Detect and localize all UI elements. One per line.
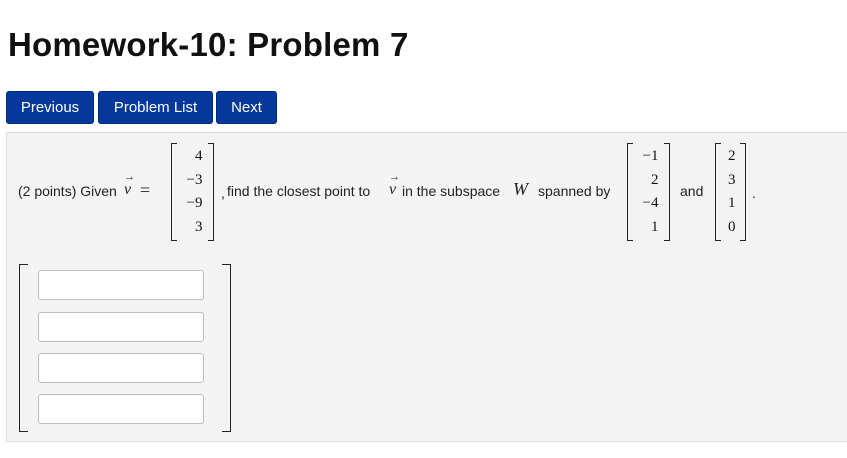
question-text: find the closest point to <box>227 183 371 199</box>
basis1-entry: 1 <box>651 218 659 235</box>
next-button[interactable]: Next <box>216 91 277 124</box>
vector-v-matrix: 4 −3 −9 3 <box>171 143 214 241</box>
v-entry: −3 <box>186 171 203 188</box>
right-bracket <box>664 143 670 241</box>
basis1-entry: 2 <box>651 171 659 188</box>
basis1-entry: −1 <box>642 148 659 165</box>
v-entry: 4 <box>195 148 203 165</box>
basis2-entry: 3 <box>728 171 736 188</box>
period: . <box>752 185 756 201</box>
answer-matrix <box>19 264 231 432</box>
and-text: and <box>680 183 704 199</box>
right-bracket <box>208 143 214 241</box>
vector-v-symbol-2: → v <box>389 171 400 199</box>
page-title: Homework-10: Problem 7 <box>8 26 409 63</box>
problem-list-button[interactable]: Problem List <box>98 91 213 124</box>
vector-v-symbol: → v <box>124 171 135 199</box>
v-entry: −9 <box>186 195 203 212</box>
points-prefix: (2 points) Given <box>18 183 117 199</box>
basis2-entry: 0 <box>728 218 736 235</box>
answer-left-bracket <box>19 264 28 432</box>
answer-input-3[interactable] <box>38 353 204 383</box>
subspace-w-symbol: W <box>513 179 528 199</box>
comma: , <box>221 185 225 201</box>
answer-input-2[interactable] <box>38 312 204 342</box>
answer-input-4[interactable] <box>38 394 204 424</box>
v-entry: 3 <box>195 218 203 235</box>
spanned-by-text: spanned by <box>538 183 611 199</box>
basis-vector-2-matrix: 2 3 1 0 <box>715 143 746 241</box>
question-text-2: in the subspace <box>402 183 501 199</box>
basis2-entry: 1 <box>728 195 736 212</box>
basis2-entry: 2 <box>728 148 736 165</box>
answer-input-1[interactable] <box>38 270 204 300</box>
answer-right-bracket <box>222 264 231 432</box>
basis1-entry: −4 <box>642 195 659 212</box>
basis-vector-1-matrix: −1 2 −4 1 <box>627 143 670 241</box>
previous-button[interactable]: Previous <box>6 91 94 124</box>
right-bracket <box>740 143 746 241</box>
equals-sign: = <box>140 180 151 200</box>
